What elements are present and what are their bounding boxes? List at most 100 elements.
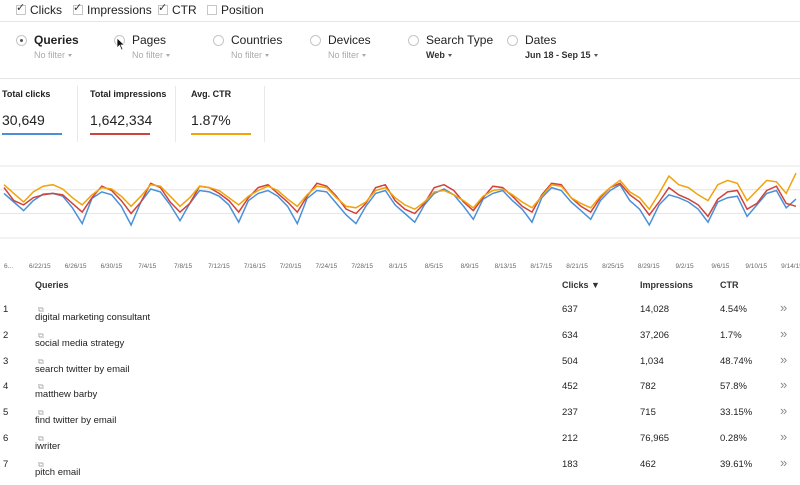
column-header-queries[interactable]: Queries: [35, 280, 69, 290]
table-row[interactable]: 3 search twitter by email ⧉ 504 1,034 48.74% »: [0, 348, 800, 375]
x-tick-label: 9/10/15: [745, 263, 767, 270]
row-number: 4: [3, 381, 9, 393]
dimension-filter-dropdown[interactable]: Web: [426, 50, 452, 60]
radio-selected-icon: [16, 35, 27, 46]
radio-icon: [408, 35, 419, 46]
series-color-bar: [191, 133, 251, 135]
x-tick-label: 8/25/15: [602, 263, 624, 270]
radio-icon: [213, 35, 224, 46]
query-link[interactable]: social media strategy ⧉: [35, 330, 124, 349]
ctr-cell: 4.54%: [720, 304, 747, 315]
ctr-cell: 33.15%: [720, 407, 753, 419]
x-tick-label: 7/16/15: [244, 263, 266, 270]
total-impressions-card[interactable]: Total impressions 1,642,334: [88, 86, 176, 142]
dimension-selector: Queries No filter Pages No filter Countr…: [0, 23, 800, 79]
chevron-down-icon: [166, 54, 171, 58]
query-link[interactable]: digital marketing consultant ⧉: [35, 304, 150, 323]
expand-row-icon[interactable]: »: [780, 300, 787, 315]
impressions-cell: 782: [640, 381, 656, 393]
x-tick-label: 6/26/15: [65, 263, 87, 270]
row-number: 1: [3, 304, 9, 315]
series-color-bar: [90, 133, 150, 135]
expand-row-icon[interactable]: »: [780, 352, 787, 367]
expand-row-icon[interactable]: »: [780, 403, 787, 418]
x-tick-label: 9/14/15: [781, 263, 800, 270]
chevron-down-icon: [447, 54, 452, 58]
x-tick-label: 7/20/15: [280, 263, 302, 270]
radio-icon: [310, 35, 321, 46]
performance-line-chart[interactable]: 6... 6/22/15 6/26/15 6/30/15 7/4/15 7/8/15 7/1…: [0, 158, 800, 272]
query-link[interactable]: search twitter by email ⧉: [35, 356, 130, 375]
filter-value: No filter: [328, 50, 360, 60]
x-tick-label: 7/8/15: [174, 263, 192, 270]
x-tick-label: 6/22/15: [29, 263, 51, 270]
impressions-cell: 76,965: [640, 433, 670, 444]
x-tick-label: 8/13/15: [495, 263, 517, 270]
metric-checkbox-ctr[interactable]: CTR: [158, 1, 197, 17]
x-tick-label: 6/30/15: [101, 263, 123, 270]
x-tick-label: 7/24/15: [316, 263, 338, 270]
row-number: 3: [3, 355, 9, 367]
expand-row-icon[interactable]: »: [780, 377, 787, 392]
table-header: Queries Clicks ▼ Impressions CTR: [0, 278, 800, 292]
x-tick-label: 8/1/15: [389, 263, 407, 270]
total-clicks-card[interactable]: Total clicks 30,649: [0, 86, 78, 142]
dimension-filter-dropdown[interactable]: No filter: [132, 50, 171, 60]
query-link[interactable]: find twitter by email ⧉: [35, 407, 116, 426]
row-number: 2: [3, 329, 9, 341]
filter-value: Jun 18 - Sep 15: [525, 50, 591, 60]
clicks-cell: 504: [562, 355, 578, 367]
expand-row-icon[interactable]: »: [780, 326, 787, 341]
metric-checkbox-position[interactable]: Position: [207, 3, 264, 17]
row-number: 6: [3, 433, 9, 444]
filter-value: No filter: [34, 50, 66, 60]
table-row[interactable]: 6 iwriter ⧉ 212 76,965 0.28% »: [0, 425, 800, 452]
total-name: Total impressions: [90, 89, 167, 99]
x-tick-label: 8/29/15: [638, 263, 660, 270]
query-link[interactable]: iwriter ⧉: [35, 433, 60, 452]
table-row[interactable]: 2 social media strategy ⧉ 634 37,206 1.7% »: [0, 322, 800, 349]
clicks-cell: 212: [562, 433, 578, 444]
impressions-cell: 715: [640, 407, 656, 419]
dimension-filter-dropdown[interactable]: No filter: [328, 50, 367, 60]
clicks-cell: 237: [562, 407, 578, 419]
total-name: Total clicks: [2, 89, 51, 99]
column-header-clicks[interactable]: Clicks ▼: [562, 280, 600, 290]
column-header-impressions[interactable]: Impressions: [640, 280, 693, 290]
ctr-cell: 39.61%: [720, 458, 753, 470]
table-row[interactable]: 7 pitch email ⧉ 183 462 39.61% »: [0, 451, 800, 478]
x-tick-label: 7/28/15: [351, 263, 373, 270]
x-tick-label: 7/12/15: [208, 263, 230, 270]
metric-toggle-bar: Clicks Impressions CTR Position: [0, 0, 800, 22]
total-value: 30,649: [2, 112, 45, 128]
impressions-cell: 14,028: [640, 304, 670, 315]
table-row[interactable]: 4 matthew barby ⧉ 452 782 57.8% »: [0, 373, 800, 400]
table-row[interactable]: 5 find twitter by email ⧉ 237 715 33.15% »: [0, 399, 800, 426]
expand-row-icon[interactable]: »: [780, 455, 787, 470]
dimension-filter-dropdown[interactable]: No filter: [34, 50, 73, 60]
filter-value: No filter: [132, 50, 164, 60]
chevron-down-icon: [593, 54, 598, 58]
x-tick-label: 8/21/15: [566, 263, 588, 270]
expand-row-icon[interactable]: »: [780, 429, 787, 444]
row-number: 5: [3, 407, 9, 419]
impressions-cell: 1,034: [640, 355, 664, 367]
dimension-label: Countries: [231, 33, 283, 47]
column-header-ctr[interactable]: CTR: [720, 280, 739, 290]
date-range-dropdown[interactable]: Jun 18 - Sep 15: [525, 50, 598, 60]
avg-ctr-card[interactable]: Avg. CTR 1.87%: [189, 86, 265, 142]
total-value: 1.87%: [191, 112, 231, 128]
query-link[interactable]: matthew barby ⧉: [35, 381, 97, 400]
filter-value: Web: [426, 50, 445, 60]
x-tick-label: 8/5/15: [425, 263, 443, 270]
checkbox-icon: [158, 1, 168, 15]
dimension-filter-dropdown[interactable]: No filter: [231, 50, 270, 60]
ctr-cell: 0.28%: [720, 433, 747, 444]
metric-checkbox-clicks[interactable]: Clicks: [16, 1, 62, 17]
clicks-cell: 183: [562, 458, 578, 470]
ctr-cell: 1.7%: [720, 329, 742, 341]
clicks-cell: 452: [562, 381, 578, 393]
metric-checkbox-impressions[interactable]: Impressions: [73, 1, 152, 17]
table-row[interactable]: 1 digital marketing consultant ⧉ 637 14,028 4…: [0, 296, 800, 323]
query-link[interactable]: pitch email ⧉: [35, 459, 80, 478]
